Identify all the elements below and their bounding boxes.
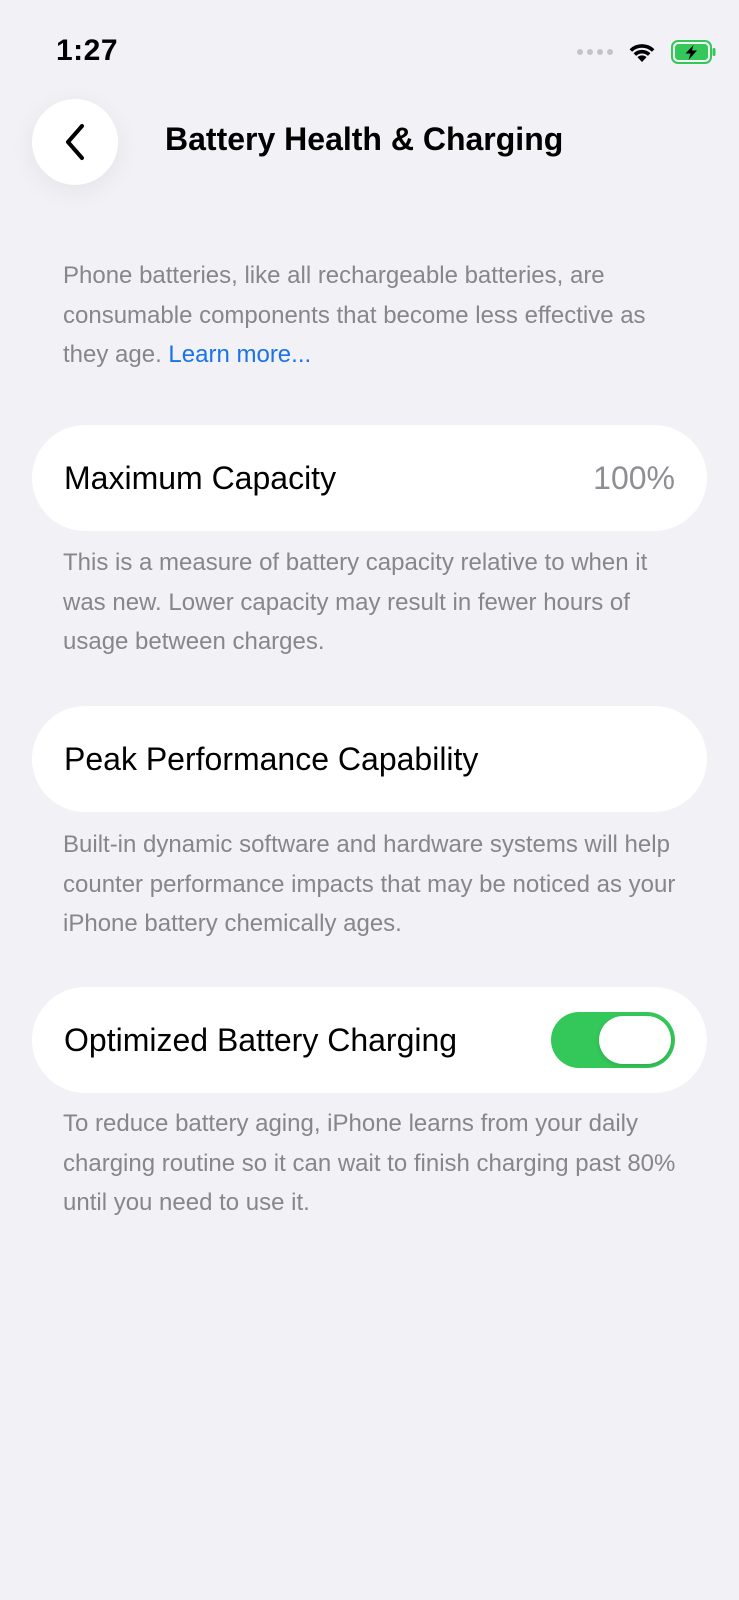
maximum-capacity-row: Maximum Capacity 100%: [32, 425, 707, 531]
intro-description: Phone batteries, like all rechargeable b…: [63, 256, 683, 375]
optimized-charging-label: Optimized Battery Charging: [64, 1021, 458, 1058]
optimized-charging-toggle[interactable]: [551, 1012, 675, 1068]
chevron-left-icon: [66, 124, 84, 160]
navigation-bar: Battery Health & Charging: [0, 95, 739, 185]
wifi-icon: [629, 44, 655, 62]
maximum-capacity-label: Maximum Capacity: [64, 459, 337, 496]
maximum-capacity-value: 100%: [593, 459, 675, 496]
optimized-charging-footnote: To reduce battery aging, iPhone learns f…: [63, 1110, 676, 1216]
maximum-capacity-footnote: This is a measure of battery capacity re…: [63, 549, 648, 655]
back-button[interactable]: [32, 99, 118, 185]
status-bar: 1:27: [0, 0, 739, 100]
optimized-charging-row: Optimized Battery Charging: [32, 987, 707, 1093]
toggle-knob: [599, 1016, 671, 1064]
status-time: 1:27: [56, 34, 119, 67]
intro-text: Phone batteries, like all rechargeable b…: [63, 262, 646, 368]
page-title: Battery Health & Charging: [165, 121, 564, 157]
cellular-signal-icon: [577, 49, 613, 55]
peak-performance-row[interactable]: Peak Performance Capability: [32, 706, 707, 812]
peak-performance-footnote: Built-in dynamic software and hardware s…: [63, 831, 676, 937]
peak-performance-label: Peak Performance Capability: [64, 740, 479, 777]
learn-more-link[interactable]: Learn more...: [168, 341, 311, 368]
battery-charging-icon: [671, 40, 716, 64]
status-icons: [577, 40, 717, 64]
